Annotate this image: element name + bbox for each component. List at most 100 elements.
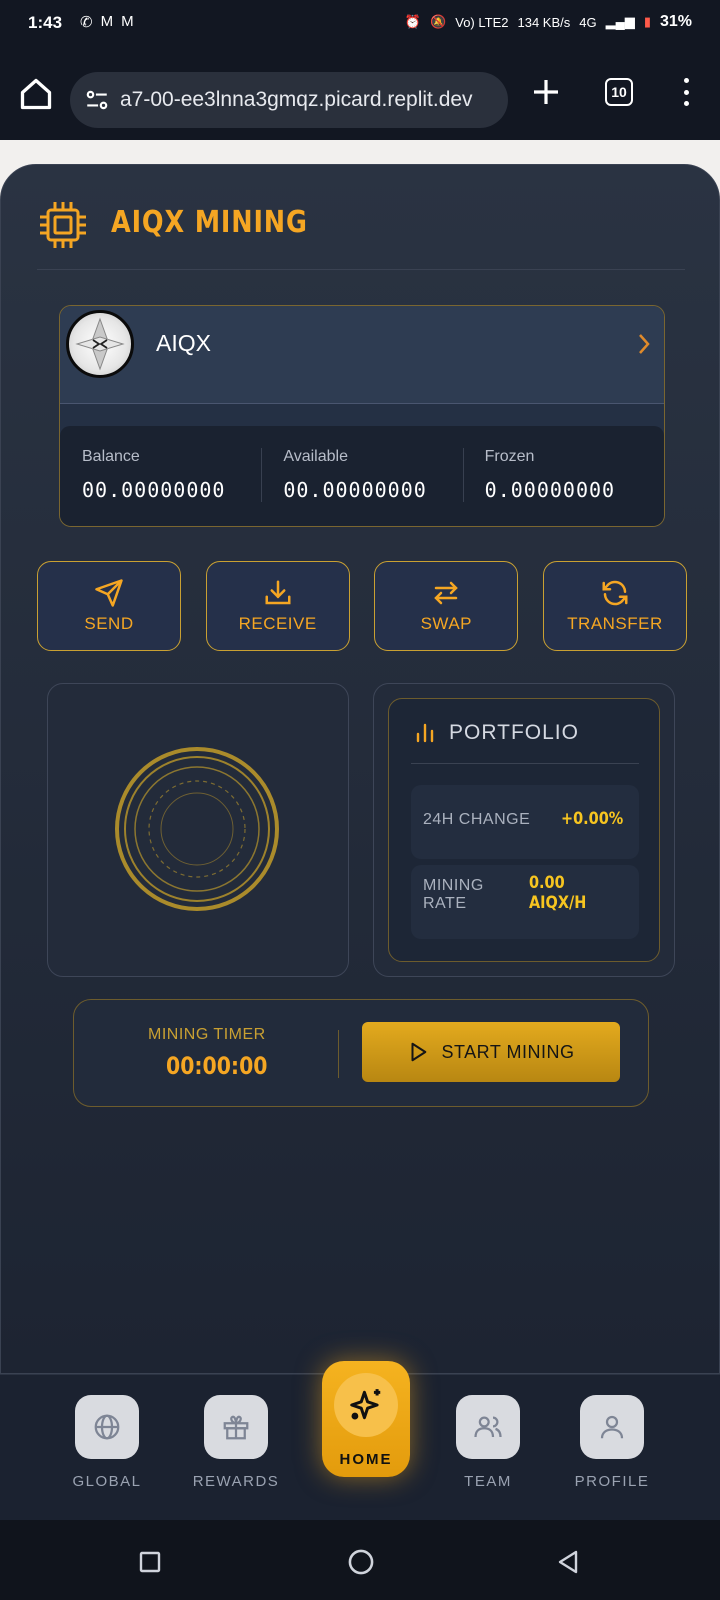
stat-value: 0.00000000 bbox=[484, 478, 616, 502]
nav-icon-box bbox=[334, 1373, 398, 1437]
network-label: 4G bbox=[579, 14, 597, 30]
nav-global[interactable]: GLOBAL bbox=[57, 1375, 157, 1490]
nav-icon-box bbox=[580, 1395, 644, 1459]
nav-rewards[interactable]: REWARDS bbox=[186, 1375, 286, 1490]
change-label: 24H CHANGE bbox=[423, 811, 531, 828]
system-navigation-bar bbox=[0, 1520, 720, 1600]
battery-icon: ▮ bbox=[643, 14, 651, 29]
users-icon bbox=[474, 1416, 502, 1438]
portfolio-divider bbox=[411, 763, 639, 764]
portfolio-card: PORTFOLIO 24H CHANGE +0.00% MINING RATE … bbox=[373, 683, 675, 977]
tab-switcher-button[interactable]: 10 bbox=[605, 78, 633, 106]
nav-icon-box bbox=[75, 1395, 139, 1459]
status-notification-icons: ✆ M M bbox=[80, 13, 134, 31]
sparkles-icon bbox=[350, 1389, 381, 1420]
rate-value-line2: AIQX/H bbox=[529, 893, 587, 913]
stat-label: Frozen bbox=[484, 448, 535, 465]
rate-value: 0.00 AIQX/H bbox=[529, 873, 586, 913]
swap-button[interactable]: SWAP bbox=[374, 561, 519, 651]
nav-label: GLOBAL bbox=[72, 1473, 142, 1490]
nav-icon-box bbox=[204, 1395, 268, 1459]
nav-label: HOME bbox=[339, 1451, 393, 1468]
main-panel: AIQX MINING AIQX Balance 00.00000000 Ava… bbox=[0, 164, 720, 1374]
receive-label: RECEIVE bbox=[238, 614, 317, 633]
status-bar: 1:43 ✆ M M ⏰ 🔕 Vo) LTE2 134 KB/s 4G ▂▄▆ … bbox=[0, 0, 720, 46]
send-button[interactable]: SEND bbox=[37, 561, 181, 651]
nav-team[interactable]: TEAM bbox=[438, 1375, 538, 1490]
receive-button[interactable]: RECEIVE bbox=[205, 561, 350, 651]
nav-profile[interactable]: PROFILE bbox=[562, 1375, 662, 1490]
signal-icon: ▂▄▆ bbox=[605, 14, 635, 29]
start-mining-button[interactable]: START MINING bbox=[362, 1022, 620, 1082]
stat-frozen: Frozen 0.00000000 bbox=[462, 426, 664, 526]
rate-label-line1: MINING bbox=[423, 877, 484, 894]
wifi-call-icon: ✆ bbox=[80, 14, 93, 31]
status-time: 1:43 bbox=[28, 13, 63, 32]
url-text[interactable]: a7-00-ee3lnna3gmqz.picard.replit.dev bbox=[120, 88, 473, 112]
app-title: AIQX MINING bbox=[111, 205, 308, 240]
stat-value: 00.00000000 bbox=[283, 478, 427, 502]
home-icon[interactable] bbox=[18, 76, 54, 112]
gmail-icon: M bbox=[121, 13, 134, 30]
download-icon bbox=[265, 580, 291, 605]
send-icon bbox=[95, 579, 123, 607]
battery-percent: 31% bbox=[659, 13, 692, 30]
mining-ring-icon bbox=[115, 747, 279, 911]
header-divider bbox=[37, 269, 685, 270]
chevron-right-icon[interactable] bbox=[634, 332, 654, 356]
wallet-header[interactable]: AIQX bbox=[60, 306, 664, 404]
mining-timer-card: MINING TIMER 00:00:00 START MINING bbox=[73, 999, 649, 1107]
timer-divider bbox=[338, 1030, 339, 1078]
mining-visual-card bbox=[47, 683, 349, 977]
status-system-icons: ⏰ 🔕 Vo) LTE2 134 KB/s 4G ▂▄▆ ▮ 31% bbox=[405, 13, 692, 31]
new-tab-icon[interactable] bbox=[530, 76, 562, 108]
nav-home[interactable]: HOME bbox=[322, 1361, 410, 1477]
timer-label: MINING TIMER bbox=[148, 1026, 266, 1043]
volte-label: Vo) LTE2 bbox=[455, 14, 509, 30]
speed-label: 134 KB/s bbox=[517, 14, 571, 30]
start-mining-label: START MINING bbox=[441, 1041, 575, 1062]
alarm-icon: ⏰ bbox=[404, 14, 422, 29]
transfer-button[interactable]: TRANSFER bbox=[542, 561, 687, 651]
stat-label: Balance bbox=[82, 448, 140, 465]
back-icon[interactable] bbox=[556, 1549, 580, 1575]
refresh-icon bbox=[602, 580, 628, 606]
gift-icon bbox=[223, 1415, 249, 1440]
play-icon bbox=[411, 1042, 427, 1062]
wallet-card: AIQX Balance 00.00000000 Available 00.00… bbox=[59, 305, 665, 527]
web-page: AIQX MINING AIQX Balance 00.00000000 Ava… bbox=[0, 140, 720, 1520]
browser-toolbar: a7-00-ee3lnna3gmqz.picard.replit.dev 10 bbox=[0, 46, 720, 140]
change-row: 24H CHANGE +0.00% bbox=[411, 785, 639, 859]
address-bar[interactable]: a7-00-ee3lnna3gmqz.picard.replit.dev bbox=[70, 72, 508, 128]
nav-label: PROFILE bbox=[574, 1473, 650, 1490]
user-icon bbox=[600, 1415, 624, 1439]
site-settings-icon[interactable] bbox=[84, 87, 110, 113]
rate-label-line2: RATE bbox=[423, 895, 467, 912]
portfolio-header: PORTFOLIO bbox=[413, 721, 579, 745]
bottom-navigation: GLOBAL REWARDS HOME TEAM PROFILE bbox=[0, 1361, 720, 1520]
portfolio-inner: PORTFOLIO 24H CHANGE +0.00% MINING RATE … bbox=[388, 698, 660, 962]
timer-value: 00:00:00 bbox=[166, 1052, 268, 1080]
nav-label: REWARDS bbox=[192, 1473, 280, 1490]
action-buttons: SEND RECEIVE SWAP TRANSFER bbox=[37, 561, 687, 651]
bar-chart-icon bbox=[416, 723, 434, 743]
nav-icon-box bbox=[456, 1395, 520, 1459]
stat-value: 00.00000000 bbox=[82, 478, 226, 502]
home-circle-icon[interactable] bbox=[347, 1548, 375, 1576]
nav-label: TEAM bbox=[464, 1473, 512, 1490]
send-label: SEND bbox=[84, 614, 134, 633]
change-value: +0.00% bbox=[561, 809, 624, 829]
swap-icon bbox=[434, 581, 459, 605]
recents-icon[interactable] bbox=[138, 1550, 162, 1574]
browser-menu-icon[interactable] bbox=[676, 76, 696, 108]
transfer-label: TRANSFER bbox=[567, 614, 663, 633]
coin-logo-icon bbox=[66, 310, 134, 378]
chip-icon bbox=[40, 202, 86, 248]
rate-label: MINING RATE bbox=[423, 877, 484, 913]
swap-label: SWAP bbox=[420, 614, 473, 633]
globe-icon bbox=[94, 1414, 120, 1440]
stat-available: Available 00.00000000 bbox=[261, 426, 462, 526]
wallet-stats: Balance 00.00000000 Available 00.0000000… bbox=[60, 426, 664, 526]
gmail-icon: M bbox=[100, 13, 114, 30]
stat-label: Available bbox=[283, 448, 348, 465]
